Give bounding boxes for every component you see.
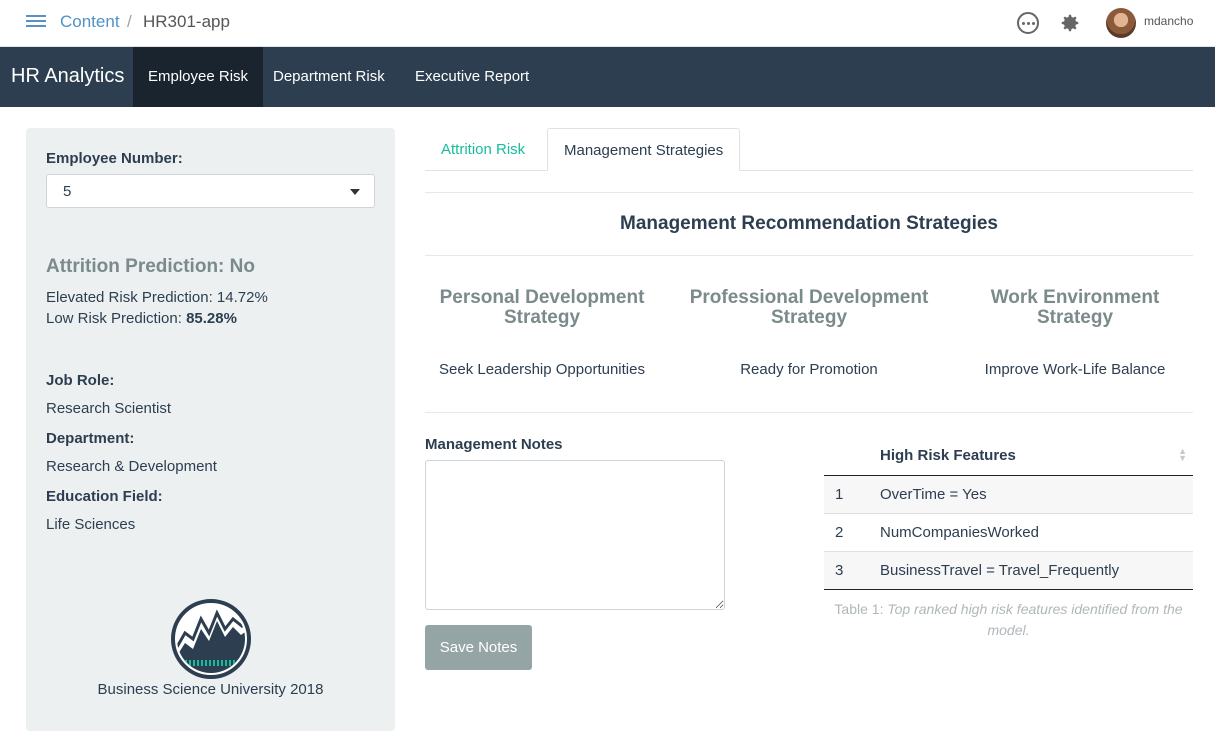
nav-tab-employee-risk[interactable]: Employee Risk bbox=[133, 47, 264, 107]
nav-tab-department-risk[interactable]: Department Risk bbox=[258, 47, 400, 107]
table-caption: Table 1: Top ranked high risk features i… bbox=[834, 601, 1183, 638]
more-icon[interactable] bbox=[1017, 12, 1039, 34]
row-feature: BusinessTravel = Travel_Frequently bbox=[880, 551, 1193, 590]
row-feature: NumCompaniesWorked bbox=[880, 513, 1193, 552]
table-header-num bbox=[824, 437, 880, 476]
avatar[interactable] bbox=[1106, 8, 1136, 38]
education-field-label: Education Field: bbox=[46, 488, 163, 505]
table-row: 2 NumCompaniesWorked bbox=[824, 513, 1193, 552]
tab-attrition-risk[interactable]: Attrition Risk bbox=[425, 128, 541, 171]
divider bbox=[425, 255, 1193, 256]
high-risk-features-table: High Risk Features ▲ ▼ 1 OverTime = Yes 2… bbox=[824, 437, 1193, 590]
row-num: 3 bbox=[824, 551, 880, 590]
employee-number-select[interactable]: 5 bbox=[46, 174, 375, 208]
strategy-personal: Personal Development Strategy Seek Leader… bbox=[414, 287, 670, 379]
low-risk-value: 85.28% bbox=[186, 310, 237, 327]
row-num: 2 bbox=[824, 513, 880, 552]
strategy-work-environment: Work Environment Strategy Improve Work-Li… bbox=[947, 287, 1203, 379]
main-tabset: Attrition Risk Management Strategies bbox=[425, 128, 1193, 171]
logo-caption: Business Science University 2018 bbox=[97, 681, 324, 698]
section-title: Management Recommendation Strategies bbox=[620, 213, 998, 234]
strategy-title: Work Environment Strategy bbox=[990, 287, 1160, 328]
strategy-value: Ready for Promotion bbox=[740, 361, 878, 378]
education-field-value: Life Sciences bbox=[46, 516, 136, 533]
strategy-title: Professional Development Strategy bbox=[689, 287, 929, 328]
nav-tab-executive-report[interactable]: Executive Report bbox=[400, 47, 544, 107]
save-notes-button[interactable]: Save Notes bbox=[425, 625, 532, 670]
job-role-label: Job Role: bbox=[46, 372, 115, 389]
table-row: 3 BusinessTravel = Travel_Frequently bbox=[824, 551, 1193, 590]
elevated-risk-value: 14.72% bbox=[216, 289, 268, 306]
row-num: 1 bbox=[824, 475, 880, 514]
elevated-risk-text: Elevated Risk Prediction: 14.72% bbox=[46, 289, 268, 306]
employee-number-label: Employee Number: bbox=[46, 150, 183, 167]
sidebar-panel: Employee Number: 5 Attrition Prediction:… bbox=[26, 128, 395, 731]
username[interactable]: mdancho bbox=[1144, 14, 1193, 28]
strategy-value: Seek Leadership Opportunities bbox=[439, 361, 645, 378]
menu-icon[interactable] bbox=[26, 15, 46, 29]
app-navbar: HR Analytics Employee Risk Department Ri… bbox=[0, 47, 1215, 107]
divider bbox=[425, 412, 1193, 413]
brand-title[interactable]: HR Analytics bbox=[11, 65, 124, 88]
table-header-feature[interactable]: High Risk Features ▲ ▼ bbox=[880, 437, 1193, 476]
table-row: 1 OverTime = Yes bbox=[824, 475, 1193, 514]
management-notes-label: Management Notes bbox=[425, 436, 563, 453]
attrition-prediction-title: Attrition Prediction: No bbox=[46, 256, 255, 277]
low-risk-label: Low Risk Prediction: bbox=[46, 310, 187, 327]
connect-topbar: Content / HR301-app mdancho bbox=[0, 0, 1215, 47]
strategy-professional: Professional Development Strategy Ready f… bbox=[681, 287, 937, 379]
department-value: Research & Development bbox=[46, 458, 217, 475]
strategy-value: Improve Work-Life Balance bbox=[984, 361, 1166, 378]
breadcrumb-app: HR301-app bbox=[143, 12, 230, 31]
strategy-title: Personal Development Strategy bbox=[439, 287, 645, 328]
chevron-down-icon bbox=[350, 189, 360, 195]
divider bbox=[425, 192, 1193, 193]
gear-icon[interactable] bbox=[1059, 12, 1081, 34]
tab-management-strategies[interactable]: Management Strategies bbox=[547, 128, 741, 171]
management-notes-input[interactable] bbox=[425, 460, 725, 610]
breadcrumb-separator: / bbox=[127, 12, 132, 31]
elevated-risk-label: Elevated Risk Prediction: bbox=[46, 289, 217, 306]
job-role-value: Research Scientist bbox=[46, 400, 172, 417]
low-risk-text: Low Risk Prediction: 85.28% bbox=[46, 310, 237, 327]
employee-number-value: 5 bbox=[63, 183, 72, 200]
sort-icon[interactable]: ▲ ▼ bbox=[1178, 447, 1187, 463]
breadcrumb-content[interactable]: Content bbox=[60, 12, 120, 32]
department-label: Department: bbox=[46, 430, 135, 447]
row-feature: OverTime = Yes bbox=[880, 475, 1193, 514]
business-science-logo bbox=[171, 599, 251, 679]
